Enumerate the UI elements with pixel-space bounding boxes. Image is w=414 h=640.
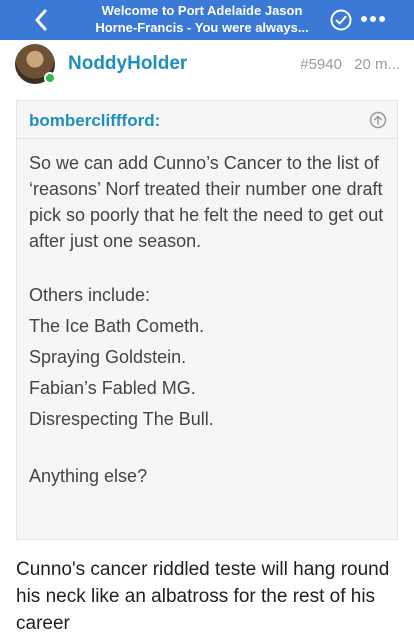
post-header: NoddyHolder #5940 20 m... [0, 40, 414, 90]
quote-line: Spraying Goldstein. [29, 347, 187, 367]
quote-closing: Anything else? [29, 466, 148, 486]
post-body-text: Cunno's cancer riddled teste will hang r… [16, 559, 390, 634]
post-meta: #5940 20 m... [300, 56, 400, 73]
post-number[interactable]: #5940 [300, 56, 342, 73]
back-button[interactable] [26, 5, 56, 35]
check-button[interactable] [328, 7, 354, 33]
quote-block: bombercliffford: So we can add Cunno’s C… [16, 100, 398, 540]
quote-line: Fabian’s Fabled MG. [29, 378, 196, 398]
topic-title-line-1: Welcome to Port Adelaide Jason [101, 3, 303, 18]
more-options-button[interactable] [358, 9, 388, 29]
quote-line: Disrespecting The Bull. [29, 409, 214, 429]
post-time: 20 m... [354, 56, 400, 73]
quote-header: bombercliffford: [17, 101, 397, 139]
more-horizontal-icon [361, 16, 385, 22]
quote-paragraph: So we can add Cunno’s Cancer to the list… [29, 153, 384, 251]
post-username[interactable]: NoddyHolder [68, 53, 187, 75]
quote-author[interactable]: bombercliffford: [29, 111, 160, 131]
online-status-indicator [44, 72, 56, 84]
arrow-up-circle-icon[interactable] [369, 111, 387, 129]
topic-title[interactable]: Welcome to Port Adelaide Jason Horne-Fra… [80, 2, 324, 36]
check-circle-icon [330, 9, 352, 31]
chevron-left-icon [35, 9, 47, 31]
topic-title-line-2: Horne-Francis - You were always... [95, 20, 309, 35]
top-navigation-bar: Welcome to Port Adelaide Jason Horne-Fra… [0, 0, 414, 40]
quote-body: So we can add Cunno’s Cancer to the list… [17, 139, 397, 492]
quote-line: Others include: [29, 285, 151, 305]
quote-line: The Ice Bath Cometh. [29, 316, 205, 336]
